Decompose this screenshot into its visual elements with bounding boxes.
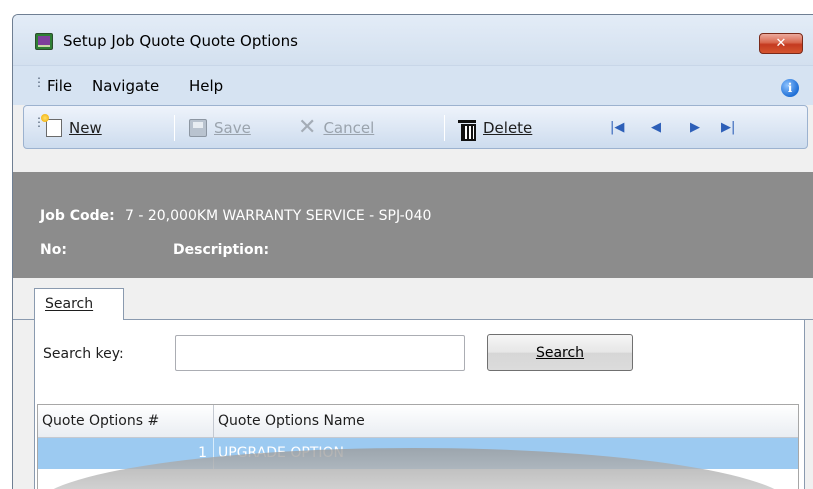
column-header-quote-options-number[interactable]: Quote Options # [38, 405, 214, 437]
column-header-quote-options-name[interactable]: Quote Options Name [214, 405, 798, 437]
toolbar: ⋮ New Save ✕ Cancel Delete |◀ ◀ ▶ ▶| [23, 105, 808, 149]
app-window: Setup Job Quote Quote Options ✕ ⋮ File N… [12, 14, 813, 489]
menu-file[interactable]: File [47, 77, 72, 95]
toolbar-separator [174, 115, 175, 141]
new-icon [41, 114, 62, 137]
prev-record-icon[interactable]: ◀ [651, 121, 661, 135]
save-icon [189, 119, 207, 137]
search-key-input[interactable] [175, 335, 465, 371]
close-button[interactable]: ✕ [759, 33, 803, 54]
delete-button[interactable]: Delete [458, 116, 533, 141]
first-record-icon[interactable]: |◀ [610, 121, 624, 135]
last-record-icon[interactable]: ▶| [721, 121, 735, 135]
menu-help[interactable]: Help [189, 77, 223, 95]
cancel-button[interactable]: ✕ Cancel [298, 116, 374, 140]
toolbar-grip-icon: ⋮ [33, 115, 45, 129]
cancel-label: Cancel [323, 119, 375, 137]
menubar-grip-icon: ⋮ [33, 75, 45, 89]
tab-search[interactable]: Search [34, 288, 124, 321]
save-button[interactable]: Save [189, 116, 251, 140]
title-bar[interactable]: Setup Job Quote Quote Options ✕ [13, 15, 813, 65]
save-label: Save [214, 119, 251, 137]
tab-strip: Search [13, 278, 813, 321]
delete-icon [458, 118, 476, 141]
menu-bar: ⋮ File Navigate Help i [13, 65, 813, 105]
tab-search-label: Search [45, 296, 94, 312]
search-button-label: Search [535, 344, 585, 361]
next-record-icon[interactable]: ▶ [690, 121, 700, 135]
close-icon: ✕ [775, 36, 787, 51]
delete-label: Delete [483, 119, 533, 137]
search-button[interactable]: Search [487, 334, 633, 371]
info-icon[interactable]: i [781, 79, 799, 97]
toolbar-separator [444, 115, 445, 141]
menu-navigate[interactable]: Navigate [92, 77, 159, 95]
new-label: New [69, 119, 102, 137]
app-icon [35, 33, 53, 50]
job-code-label: Job Code: [40, 208, 115, 224]
grid-header-row: Quote Options # Quote Options Name [38, 405, 798, 438]
job-code-value: 7 - 20,000KM WARRANTY SERVICE - SPJ-040 [125, 208, 432, 224]
description-label: Description: [173, 242, 270, 258]
window-title: Setup Job Quote Quote Options [63, 32, 298, 50]
new-button[interactable]: New [41, 114, 102, 140]
no-label: No: [40, 242, 67, 258]
search-key-label: Search key: [43, 346, 124, 362]
job-header-panel: Job Code: 7 - 20,000KM WARRANTY SERVICE … [13, 172, 813, 278]
cancel-icon: ✕ [298, 115, 317, 140]
